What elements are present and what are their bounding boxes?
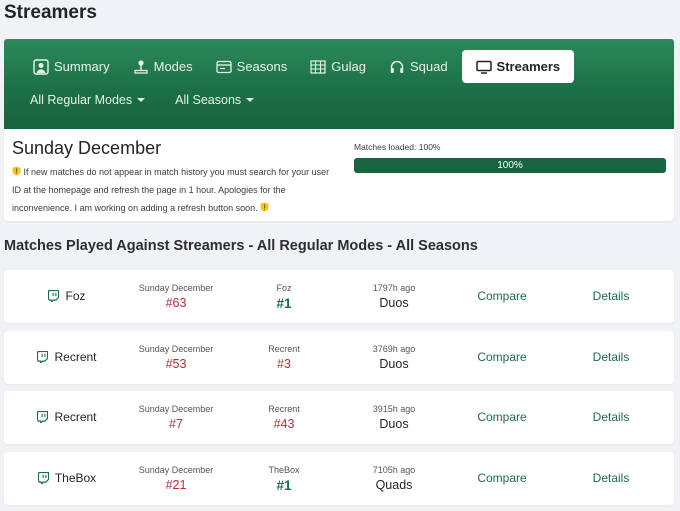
streamer-name: Foz <box>65 289 86 303</box>
streamer-label: Recrent <box>268 343 300 354</box>
my-result: Sunday December #7 <box>126 404 226 431</box>
streamer-result: Recrent #3 <box>234 344 334 371</box>
match-row: Recrent Sunday December #53 Recrent #3 3… <box>4 330 674 384</box>
tab-seasons[interactable]: Seasons <box>207 50 297 83</box>
time-ago: 1797h ago <box>372 283 416 293</box>
streamer-label: TheBox <box>268 464 300 475</box>
match-date: Sunday December <box>138 464 214 475</box>
match-row: Foz Sunday December #63 Foz #1 1797h ago… <box>4 270 674 323</box>
user-icon <box>33 58 49 75</box>
fence-icon <box>310 59 326 75</box>
monitor-icon <box>475 59 492 75</box>
my-result: Sunday December #53 <box>126 344 226 371</box>
info-card: Sunday December If new matches do not ap… <box>4 129 674 221</box>
streamer-result: TheBox #1 <box>234 465 334 493</box>
tab-streamers[interactable]: Streamers <box>461 50 575 83</box>
streamer-name: TheBox <box>54 470 97 485</box>
mode-filter-label: All Regular Modes <box>30 93 133 107</box>
match-info: 3915h ago Duos <box>344 404 444 431</box>
joystick-icon <box>133 59 149 75</box>
twitch-icon <box>37 471 49 484</box>
compare-link[interactable]: Compare <box>444 289 560 303</box>
my-rank: #21 <box>165 477 187 492</box>
match-info: 1797h ago Duos <box>344 283 444 310</box>
streamer-label: Foz <box>276 283 292 293</box>
progress-label: Matches loaded: 100% <box>354 142 441 152</box>
match-date: Sunday December <box>138 404 214 414</box>
caret-down-icon <box>137 98 146 102</box>
tab-label: Squad <box>409 59 448 74</box>
streamer-name: Recrent <box>54 349 97 364</box>
tab-squad[interactable]: Squad <box>380 50 457 83</box>
progress-fill: 100% <box>354 158 666 173</box>
tab-label: Summary <box>54 59 110 74</box>
match-info: 3769h ago Duos <box>344 344 444 371</box>
match-mode: Duos <box>379 417 409 431</box>
time-ago: 3915h ago <box>372 404 416 414</box>
streamer-link[interactable]: Foz <box>12 289 122 303</box>
streamer-link[interactable]: Recrent <box>12 350 122 364</box>
my-rank: #53 <box>165 356 187 371</box>
details-link[interactable]: Details <box>560 350 662 364</box>
compare-link[interactable]: Compare <box>444 350 560 364</box>
streamer-rank: #3 <box>277 356 291 371</box>
tab-label: Seasons <box>236 59 288 74</box>
tab-summary[interactable]: Summary <box>24 50 119 83</box>
streamer-result: Foz #1 <box>234 283 334 311</box>
streamer-link[interactable]: Recrent <box>12 410 122 424</box>
match-row: TheBox Sunday December #21 TheBox #1 710… <box>4 451 674 505</box>
filter-bar: All Regular Modes All Seasons <box>30 93 255 107</box>
match-info: 7105h ago Quads <box>344 465 444 492</box>
time-ago: 7105h ago <box>372 464 416 475</box>
my-rank: #63 <box>165 296 187 310</box>
tab-label: Modes <box>153 59 193 74</box>
tab-label: Gulag <box>331 59 366 74</box>
shield-warning-icon <box>12 166 21 176</box>
my-result: Sunday December #21 <box>126 465 226 492</box>
match-mode: Duos <box>379 356 409 371</box>
tab-gulag[interactable]: Gulag <box>301 50 375 83</box>
my-rank: #7 <box>169 417 183 431</box>
tab-bar: Summary Modes Seasons Gulag Squad Stream… <box>24 50 579 83</box>
progress-bar: 100% <box>354 158 666 173</box>
streamer-rank: #43 <box>273 417 295 431</box>
compare-link[interactable]: Compare <box>444 471 560 485</box>
tab-modes[interactable]: Modes <box>124 50 202 83</box>
mode-filter-dropdown[interactable]: All Regular Modes <box>30 93 146 107</box>
page-title: Streamers <box>4 2 97 23</box>
streamer-rank: #1 <box>276 477 292 493</box>
match-mode: Duos <box>379 296 409 310</box>
match-row: Recrent Sunday December #7 Recrent #43 3… <box>4 391 674 444</box>
details-link[interactable]: Details <box>560 289 662 303</box>
caret-down-icon <box>246 98 255 102</box>
notice-text: If new matches do not appear in match hi… <box>12 163 330 217</box>
calendar-card-icon <box>216 59 232 75</box>
my-result: Sunday December #63 <box>126 283 226 310</box>
match-list: Foz Sunday December #63 Foz #1 1797h ago… <box>4 270 674 511</box>
season-filter-dropdown[interactable]: All Seasons <box>175 93 255 107</box>
compare-link[interactable]: Compare <box>444 410 560 424</box>
season-filter-label: All Seasons <box>175 93 242 107</box>
time-ago: 3769h ago <box>372 343 416 354</box>
streamer-name: Recrent <box>54 410 97 424</box>
match-mode: Quads <box>375 477 413 492</box>
match-date: Sunday December <box>138 343 214 354</box>
streamer-label: Recrent <box>268 404 300 414</box>
twitch-icon <box>37 411 49 423</box>
twitch-icon <box>37 350 49 363</box>
streamer-link[interactable]: TheBox <box>12 471 122 485</box>
twitch-icon <box>48 290 60 302</box>
details-link[interactable]: Details <box>560 410 662 424</box>
notice-message: If new matches do not appear in match hi… <box>12 167 330 213</box>
details-link[interactable]: Details <box>560 471 662 485</box>
header-banner: Summary Modes Seasons Gulag Squad Stream… <box>4 39 674 129</box>
streamer-rank: #1 <box>276 296 292 311</box>
info-title: Sunday December <box>12 138 162 158</box>
match-date: Sunday December <box>138 283 214 293</box>
shield-warning-icon <box>260 202 269 212</box>
tab-label: Streamers <box>496 59 561 74</box>
streamer-result: Recrent #43 <box>234 404 334 431</box>
headset-icon <box>389 59 405 75</box>
section-title: Matches Played Against Streamers - All R… <box>4 238 478 254</box>
